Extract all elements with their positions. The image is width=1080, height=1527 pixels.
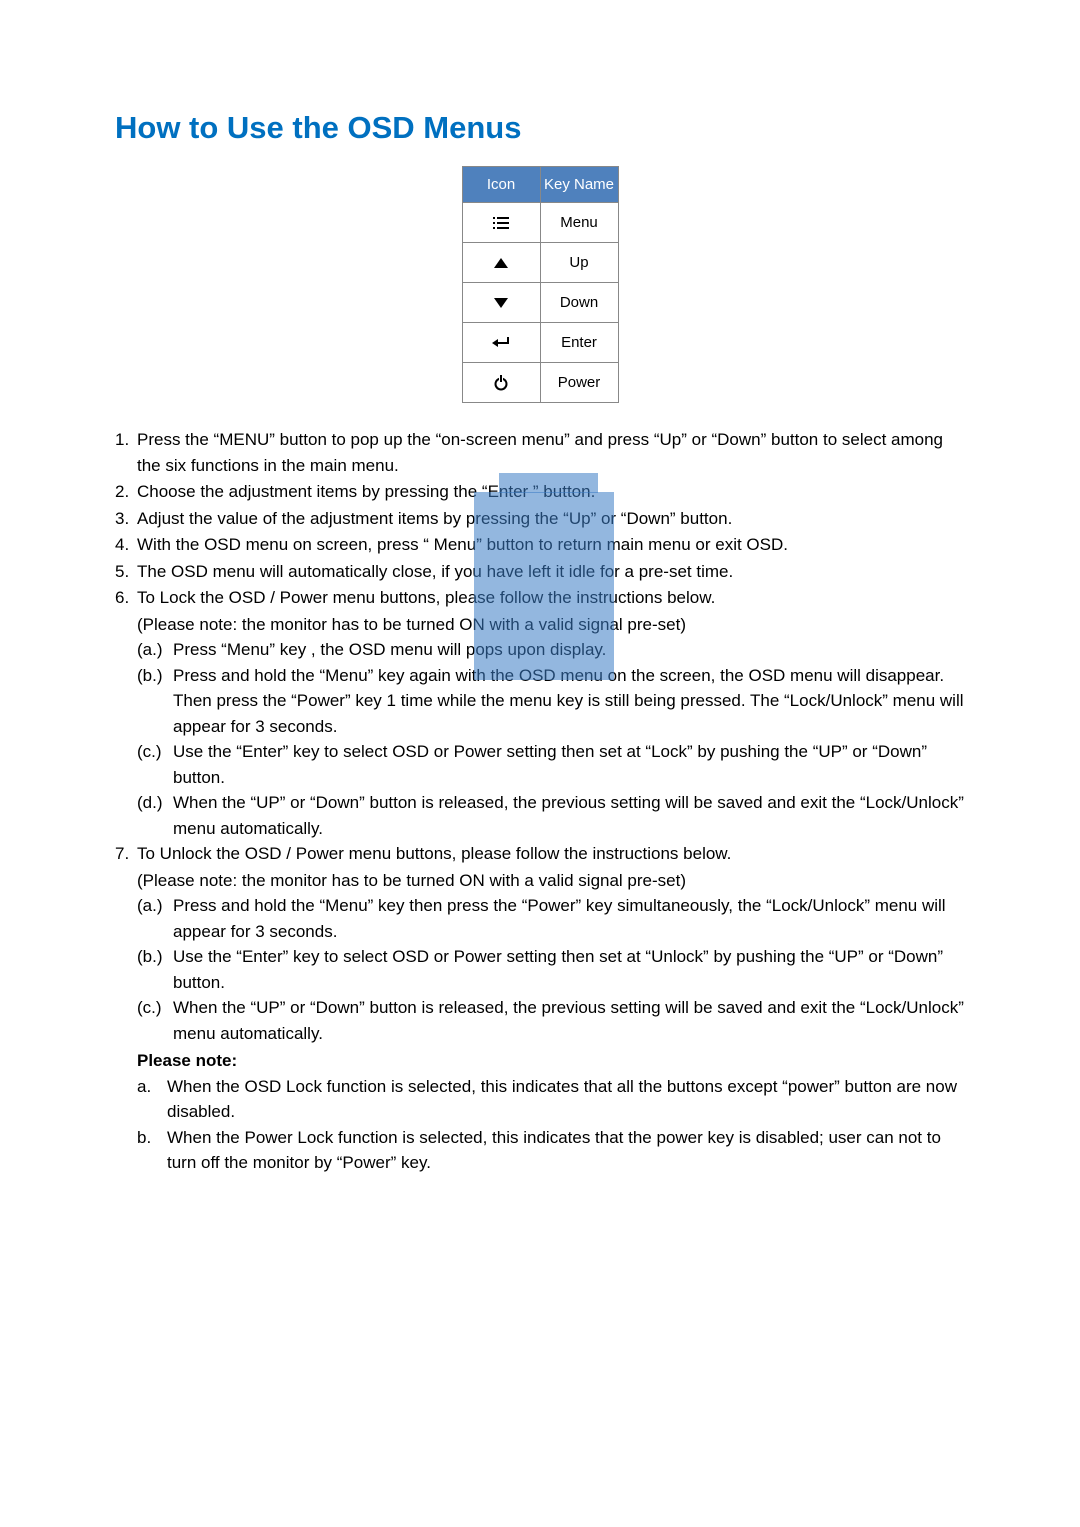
instructions: 1. Press the “MENU” button to pop up the… [115, 427, 965, 1176]
sub-item: (d.) When the “UP” or “Down” button is r… [137, 790, 965, 841]
table-header-icon: Icon [462, 167, 540, 203]
table-cell-keyname: Power [540, 363, 618, 403]
instruction-item: 5. The OSD menu will automatically close… [115, 559, 965, 585]
power-icon [463, 375, 540, 391]
item-note: (Please note: the monitor has to be turn… [137, 868, 965, 894]
sub-item: (a.) Press “Menu” key , the OSD menu wil… [137, 637, 965, 663]
item-text: The OSD menu will automatically close, i… [137, 559, 965, 585]
sub-item-number: (a.) [137, 893, 173, 944]
note-number: a. [137, 1074, 167, 1125]
item-text: With the OSD menu on screen, press “ Men… [137, 532, 965, 558]
sub-item-number: (b.) [137, 663, 173, 740]
sub-item: (b.) Use the “Enter” key to select OSD o… [137, 944, 965, 995]
notes-list: a.When the OSD Lock function is selected… [137, 1074, 965, 1176]
table-cell-keyname: Enter [540, 323, 618, 363]
sub-item-number: (d.) [137, 790, 173, 841]
sub-item-number: (c.) [137, 995, 173, 1046]
table-row: Power [462, 363, 618, 403]
table-cell-keyname: Down [540, 283, 618, 323]
item-number: 5. [115, 559, 137, 585]
page-title: How to Use the OSD Menus [115, 110, 965, 146]
sub-item-text: Press and hold the “Menu” key again with… [173, 663, 965, 740]
sub-item-text: When the “UP” or “Down” button is releas… [173, 790, 965, 841]
note-text: When the Power Lock function is selected… [167, 1125, 965, 1176]
item-number: 3. [115, 506, 137, 532]
item-text: Press the “MENU” button to pop up the “o… [137, 427, 965, 478]
sub-item-text: Use the “Enter” key to select OSD or Pow… [173, 739, 965, 790]
table-row: Enter [462, 323, 618, 363]
item-number: 2. [115, 479, 137, 505]
note-number: b. [137, 1125, 167, 1176]
menu-icon [463, 216, 540, 230]
instruction-item: 2. Choose the adjustment items by pressi… [115, 479, 965, 505]
instruction-item: 3. Adjust the value of the adjustment it… [115, 506, 965, 532]
item-number: 4. [115, 532, 137, 558]
enter-icon [463, 336, 540, 350]
instruction-item: 4. With the OSD menu on screen, press “ … [115, 532, 965, 558]
instruction-item: 1. Press the “MENU” button to pop up the… [115, 427, 965, 478]
down-icon [463, 297, 540, 309]
note-item: a.When the OSD Lock function is selected… [137, 1074, 965, 1125]
table-row: Menu [462, 203, 618, 243]
sub-item-text: Press “Menu” key , the OSD menu will pop… [173, 637, 965, 663]
note-item: b.When the Power Lock function is select… [137, 1125, 965, 1176]
sub-item-number: (c.) [137, 739, 173, 790]
sub-item-number: (b.) [137, 944, 173, 995]
table-header-keyname: Key Name [540, 167, 618, 203]
sub-list: (a.) Press and hold the “Menu” key then … [137, 893, 965, 1046]
instruction-item: 7. To Unlock the OSD / Power menu button… [115, 841, 965, 867]
sub-item: (c.) When the “UP” or “Down” button is r… [137, 995, 965, 1046]
table-cell-keyname: Menu [540, 203, 618, 243]
please-note-heading: Please note: [137, 1048, 965, 1074]
note-text: When the OSD Lock function is selected, … [167, 1074, 965, 1125]
item-text: Choose the adjustment items by pressing … [137, 479, 965, 505]
sub-item: (b.) Press and hold the “Menu” key again… [137, 663, 965, 740]
sub-item-text: When the “UP” or “Down” button is releas… [173, 995, 965, 1046]
sub-item-text: Use the “Enter” key to select OSD or Pow… [173, 944, 965, 995]
table-row: Up [462, 243, 618, 283]
table-row: Down [462, 283, 618, 323]
item-text: To Lock the OSD / Power menu buttons, pl… [137, 585, 965, 611]
sub-item-number: (a.) [137, 637, 173, 663]
item-text: Adjust the value of the adjustment items… [137, 506, 965, 532]
item-number: 6. [115, 585, 137, 611]
item-number: 7. [115, 841, 137, 867]
item-number: 1. [115, 427, 137, 478]
sub-item-text: Press and hold the “Menu” key then press… [173, 893, 965, 944]
item-text: To Unlock the OSD / Power menu buttons, … [137, 841, 965, 867]
sub-list: (a.) Press “Menu” key , the OSD menu wil… [137, 637, 965, 841]
icon-key-table: Icon Key Name Menu [462, 166, 619, 403]
sub-item: (a.) Press and hold the “Menu” key then … [137, 893, 965, 944]
table-cell-keyname: Up [540, 243, 618, 283]
up-icon [463, 257, 540, 269]
sub-item: (c.) Use the “Enter” key to select OSD o… [137, 739, 965, 790]
instruction-item: 6. To Lock the OSD / Power menu buttons,… [115, 585, 965, 611]
item-note: (Please note: the monitor has to be turn… [137, 612, 965, 638]
